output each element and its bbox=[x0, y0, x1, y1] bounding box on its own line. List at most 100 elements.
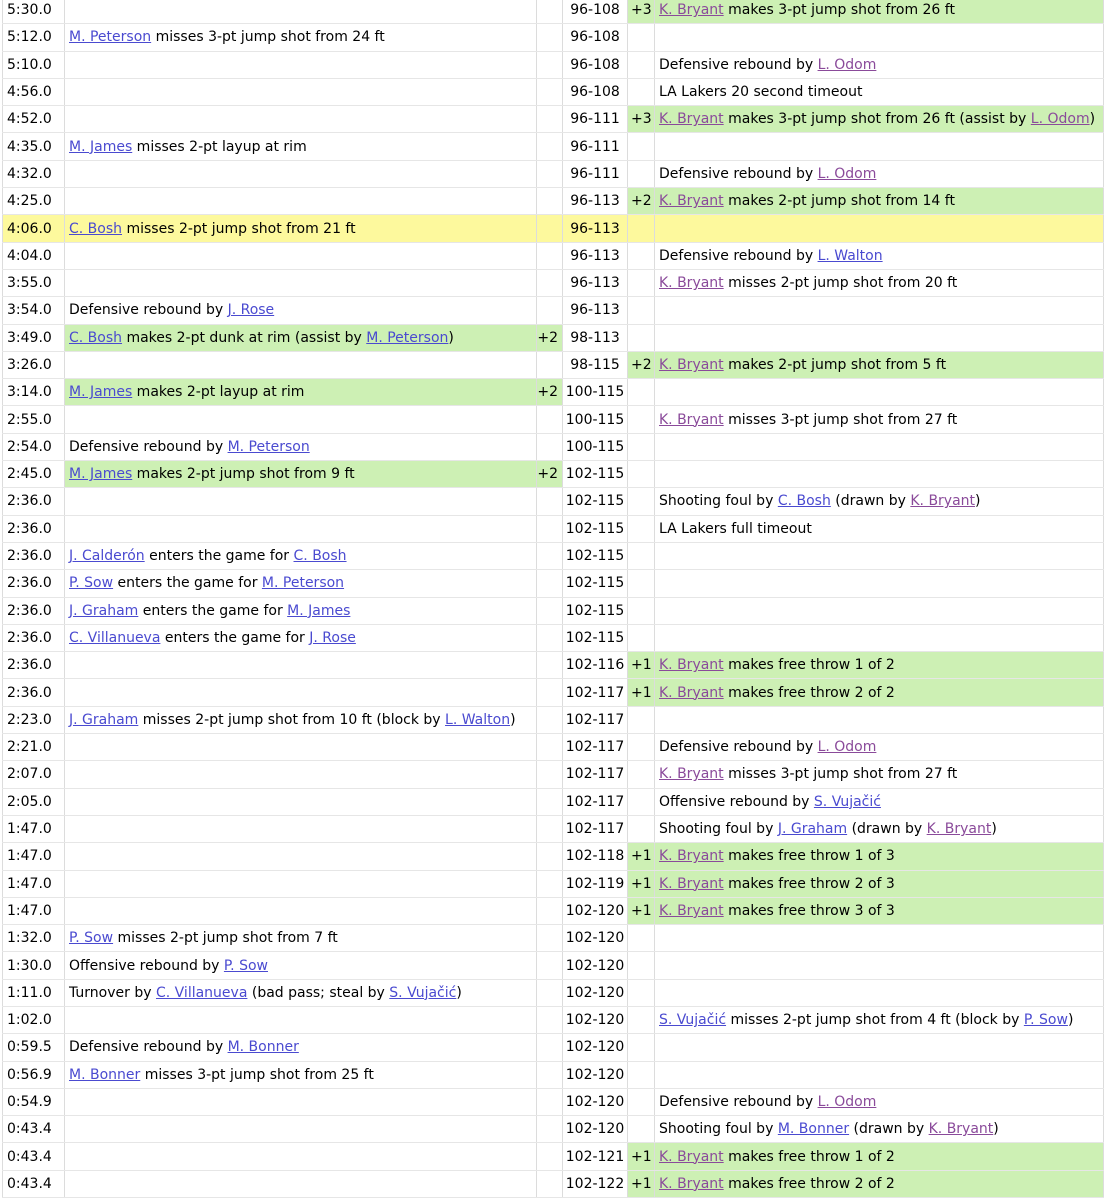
player-link[interactable]: L. Walton bbox=[818, 248, 883, 264]
away-event bbox=[64, 1088, 537, 1117]
event-text: misses 2-pt jump shot from 21 ft bbox=[122, 220, 356, 237]
player-link[interactable]: P. Sow bbox=[69, 575, 113, 591]
score-cell: 96-108 bbox=[562, 23, 628, 52]
away-event: P. Sow misses 2-pt jump shot from 7 ft bbox=[64, 924, 537, 953]
score-cell: 102-118 bbox=[562, 842, 628, 871]
away-event: M. James misses 2-pt layup at rim bbox=[64, 132, 537, 161]
event-text: makes 2-pt layup at rim bbox=[132, 384, 305, 401]
event-text: enters the game for bbox=[138, 602, 288, 619]
player-link[interactable]: K. Bryant bbox=[659, 2, 724, 18]
player-link[interactable]: C. Bosh bbox=[69, 330, 122, 346]
player-link[interactable]: S. Vujačić bbox=[814, 794, 881, 810]
home-points bbox=[627, 924, 655, 953]
home-event bbox=[654, 23, 1104, 52]
score-cell: 98-115 bbox=[562, 351, 628, 380]
player-link[interactable]: M. Bonner bbox=[778, 1121, 849, 1137]
home-points bbox=[627, 760, 655, 789]
player-link[interactable]: K. Bryant bbox=[927, 821, 992, 837]
player-link[interactable]: M. James bbox=[287, 603, 350, 619]
player-link[interactable]: P. Sow bbox=[224, 958, 268, 974]
away-event bbox=[64, 187, 537, 216]
player-link[interactable]: M. Bonner bbox=[228, 1039, 299, 1055]
player-link[interactable]: M. Peterson bbox=[69, 29, 151, 45]
player-link[interactable]: J. Graham bbox=[69, 603, 138, 619]
player-link[interactable]: C. Villanueva bbox=[69, 630, 160, 646]
player-link[interactable]: S. Vujačić bbox=[659, 1012, 726, 1028]
player-link[interactable]: C. Bosh bbox=[69, 221, 122, 237]
player-link[interactable]: M. James bbox=[69, 384, 132, 400]
player-link[interactable]: J. Rose bbox=[309, 630, 356, 646]
away-points bbox=[536, 78, 563, 107]
game-clock: 2:54.0 bbox=[2, 433, 65, 462]
player-link[interactable]: P. Sow bbox=[69, 930, 113, 946]
player-link[interactable]: K. Bryant bbox=[659, 412, 724, 428]
player-link[interactable]: C. Bosh bbox=[294, 548, 347, 564]
home-points bbox=[627, 515, 655, 543]
player-link[interactable]: M. Peterson bbox=[228, 439, 310, 455]
away-points bbox=[536, 23, 563, 52]
player-link[interactable]: L. Odom bbox=[818, 1094, 877, 1110]
score-cell: 102-117 bbox=[562, 760, 628, 789]
player-link[interactable]: C. Villanueva bbox=[156, 985, 247, 1001]
home-event: Shooting foul by M. Bonner (drawn by K. … bbox=[654, 1115, 1104, 1144]
play-row: 4:25.0 96-113 +2 K. Bryant makes 2-pt jump … bbox=[2, 187, 1104, 216]
home-event bbox=[654, 296, 1104, 325]
score-cell: 96-111 bbox=[562, 132, 628, 161]
player-link[interactable]: K. Bryant bbox=[659, 903, 724, 919]
score-cell: 102-115 bbox=[562, 542, 628, 571]
play-row: 3:55.0 96-113 K. Bryant misses 2-pt jump s… bbox=[2, 269, 1104, 298]
player-link[interactable]: K. Bryant bbox=[659, 275, 724, 291]
home-points: +1 bbox=[627, 651, 655, 680]
player-link[interactable]: C. Bosh bbox=[778, 493, 831, 509]
home-event: K. Bryant misses 3-pt jump shot from 27 … bbox=[654, 760, 1104, 789]
player-link[interactable]: J. Rose bbox=[228, 302, 275, 318]
player-link[interactable]: P. Sow bbox=[1024, 1012, 1068, 1028]
player-link[interactable]: K. Bryant bbox=[659, 657, 724, 673]
player-link[interactable]: K. Bryant bbox=[659, 193, 724, 209]
score-cell: 102-115 bbox=[562, 597, 628, 625]
away-points bbox=[536, 624, 563, 653]
player-link[interactable]: K. Bryant bbox=[929, 1121, 994, 1137]
player-link[interactable]: K. Bryant bbox=[659, 357, 724, 373]
home-points bbox=[627, 706, 655, 735]
player-link[interactable]: L. Odom bbox=[818, 57, 877, 73]
away-points bbox=[536, 269, 563, 298]
player-link[interactable]: K. Bryant bbox=[659, 1176, 724, 1192]
player-link[interactable]: M. James bbox=[69, 466, 132, 482]
player-link[interactable]: M. Bonner bbox=[69, 1067, 140, 1083]
player-link[interactable]: J. Calderón bbox=[69, 548, 145, 564]
player-link[interactable]: K. Bryant bbox=[659, 848, 724, 864]
away-points bbox=[536, 597, 563, 625]
player-link[interactable]: K. Bryant bbox=[659, 876, 724, 892]
event-text: makes free throw 2 of 2 bbox=[723, 684, 895, 701]
player-link[interactable]: J. Graham bbox=[778, 821, 847, 837]
player-link[interactable]: K. Bryant bbox=[659, 685, 724, 701]
away-event: M. Peterson misses 3-pt jump shot from 2… bbox=[64, 23, 537, 52]
player-link[interactable]: M. James bbox=[69, 139, 132, 155]
away-event bbox=[64, 405, 537, 434]
player-link[interactable]: L. Odom bbox=[818, 739, 877, 755]
player-link[interactable]: K. Bryant bbox=[659, 1149, 724, 1165]
score-cell: 102-117 bbox=[562, 788, 628, 816]
player-link[interactable]: J. Graham bbox=[69, 712, 138, 728]
player-link[interactable]: L. Odom bbox=[1031, 111, 1090, 127]
player-link[interactable]: L. Walton bbox=[445, 712, 510, 728]
play-row: 2:05.0 102-117 Offensive rebound by S. Vuj… bbox=[2, 788, 1104, 816]
home-points bbox=[627, 542, 655, 571]
play-row: 2:23.0 J. Graham misses 2-pt jump shot fr… bbox=[2, 706, 1104, 735]
game-clock: 2:36.0 bbox=[2, 624, 65, 653]
game-clock: 5:30.0 bbox=[2, 0, 65, 25]
score-cell: 96-113 bbox=[562, 242, 628, 270]
player-link[interactable]: K. Bryant bbox=[910, 493, 975, 509]
player-link[interactable]: L. Odom bbox=[818, 166, 877, 182]
away-points bbox=[536, 1061, 563, 1089]
player-link[interactable]: M. Peterson bbox=[262, 575, 344, 591]
player-link[interactable]: M. Peterson bbox=[366, 330, 448, 346]
event-text: makes 2-pt jump shot from 9 ft bbox=[132, 466, 355, 483]
game-clock: 2:23.0 bbox=[2, 706, 65, 735]
player-link[interactable]: K. Bryant bbox=[659, 111, 724, 127]
player-link[interactable]: K. Bryant bbox=[659, 766, 724, 782]
player-link[interactable]: S. Vujačić bbox=[389, 985, 456, 1001]
play-row: 5:30.0 96-108 +3 K. Bryant makes 3-pt jump … bbox=[2, 0, 1104, 25]
score-cell: 102-120 bbox=[562, 1061, 628, 1089]
